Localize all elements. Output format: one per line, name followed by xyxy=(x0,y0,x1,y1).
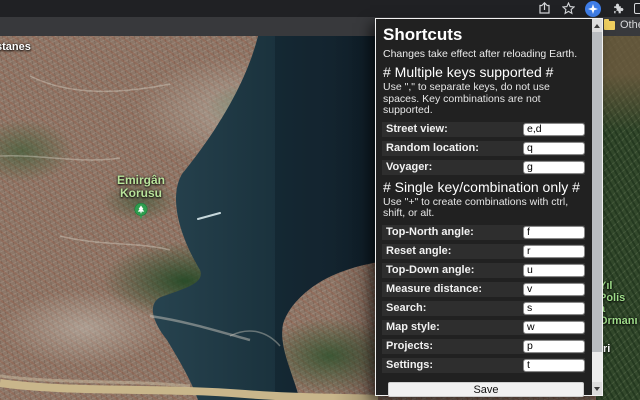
single-key-heading: # Single key/combination only # xyxy=(383,178,580,195)
row-top-north-angle: Top-North angle: xyxy=(382,224,585,240)
row-random-location: Random location: xyxy=(382,140,585,156)
multiple-keys-description: Use "," to separate keys, do not use spa… xyxy=(383,81,550,116)
scrollbar-thumb[interactable] xyxy=(592,32,602,352)
row-projects: Projects: xyxy=(382,338,585,354)
projects-label: Projects: xyxy=(386,340,434,352)
park-label-line2: Korusu xyxy=(120,185,162,200)
up-triangle-icon xyxy=(594,23,600,28)
down-triangle-icon xyxy=(594,386,600,391)
row-settings: Settings: xyxy=(382,357,585,373)
popup-scrollbar[interactable] xyxy=(592,19,602,395)
browser-toolbar-icons xyxy=(537,0,640,17)
top-north-angle-input[interactable] xyxy=(523,225,585,239)
row-map-style: Map style: xyxy=(382,319,585,335)
save-button[interactable]: Save xyxy=(388,381,584,397)
row-voyager: Voyager: xyxy=(382,159,585,175)
other-bookmarks-folder[interactable]: Other xyxy=(604,18,640,31)
voyager-input[interactable] xyxy=(523,160,585,174)
map-label-partial-bottom-right: ri xyxy=(603,343,611,355)
popup-title: Shortcuts xyxy=(383,25,463,44)
map-label-partial-left: stanes xyxy=(0,41,31,53)
reset-angle-input[interactable] xyxy=(523,244,585,258)
browser-window: Other stanes Emirgân xyxy=(0,0,640,400)
scrollbar-down-arrow[interactable] xyxy=(592,382,602,395)
projects-input[interactable] xyxy=(523,339,585,353)
scrollbar-up-arrow[interactable] xyxy=(592,19,602,32)
single-key-description: Use "+" to create combinations with ctrl… xyxy=(383,195,569,219)
earth-shortcuts-extension-icon[interactable] xyxy=(585,0,601,17)
row-measure-distance: Measure distance: xyxy=(382,281,585,297)
side-panel-icon[interactable] xyxy=(634,3,640,14)
popup-content: Shortcuts Changes take effect after relo… xyxy=(382,19,585,400)
measure-distance-label: Measure distance: xyxy=(386,283,482,295)
park-label-line1: Emirgân xyxy=(116,173,165,187)
row-reset-angle: Reset angle: xyxy=(382,243,585,259)
search-label: Search: xyxy=(386,302,427,314)
random-location-label: Random location: xyxy=(386,142,479,154)
multiple-keys-heading: # Multiple keys supported # xyxy=(383,64,554,80)
browser-tabstrip xyxy=(0,0,640,17)
settings-input[interactable] xyxy=(523,358,585,372)
top-down-angle-input[interactable] xyxy=(523,263,585,277)
bookmark-star-icon[interactable] xyxy=(561,1,576,16)
street-view-input[interactable] xyxy=(523,122,585,136)
shortcuts-extension-popup: Shortcuts Changes take effect after relo… xyxy=(375,18,603,397)
other-bookmarks-label: Other xyxy=(620,19,640,31)
settings-label: Settings: xyxy=(386,359,434,371)
map-label-emirgan-korusu: Emirgân Korusu xyxy=(104,174,178,199)
extensions-puzzle-icon[interactable] xyxy=(610,1,625,16)
map-label-forest: Yıl Polis a Ormanı xyxy=(599,280,640,327)
forest-label-line1: Yıl Polis xyxy=(599,280,626,304)
search-input[interactable] xyxy=(523,301,585,315)
row-top-down-angle: Top-Down angle: xyxy=(382,262,585,278)
reset-angle-label: Reset angle: xyxy=(386,245,452,257)
folder-icon xyxy=(604,18,615,30)
park-pin-icon[interactable] xyxy=(134,203,148,221)
street-view-label: Street view: xyxy=(386,123,448,135)
share-icon[interactable] xyxy=(537,1,552,16)
row-search: Search: xyxy=(382,300,585,316)
random-location-input[interactable] xyxy=(523,141,585,155)
voyager-label: Voyager: xyxy=(386,161,433,173)
popup-note: Changes take effect after reloading Eart… xyxy=(383,48,578,60)
top-north-angle-label: Top-North angle: xyxy=(386,226,474,238)
row-street-view: Street view: xyxy=(382,121,585,137)
forest-label-line2: a Ormanı xyxy=(599,303,638,327)
measure-distance-input[interactable] xyxy=(523,282,585,296)
map-style-label: Map style: xyxy=(386,321,440,333)
map-style-input[interactable] xyxy=(523,320,585,334)
top-down-angle-label: Top-Down angle: xyxy=(386,264,475,276)
